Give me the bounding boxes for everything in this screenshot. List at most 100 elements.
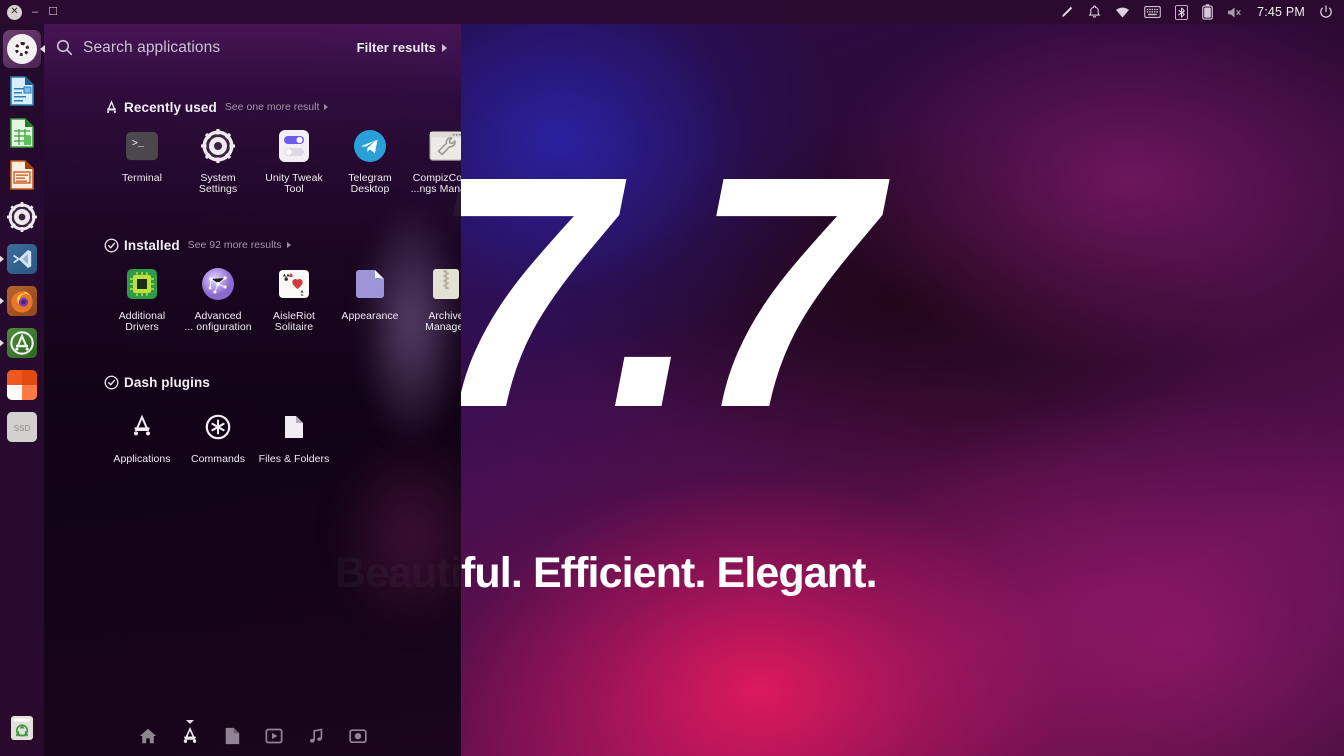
gear-icon (7, 202, 37, 232)
vscode-icon (7, 244, 37, 274)
dash-section-installed: Installed See 92 more results Additional… (44, 234, 461, 334)
search-placeholder: Search applications (83, 38, 221, 56)
check-circle-icon (103, 374, 119, 390)
applications-scope-icon (124, 409, 160, 445)
firefox-icon (7, 286, 37, 316)
system-settings-icon (200, 128, 236, 164)
dash-search-row: Search applications Filter results (44, 24, 461, 71)
launcher-item-orange-tiles-app[interactable] (3, 366, 41, 404)
app-tile-label: Telegram Desktop (348, 172, 392, 196)
battery-icon[interactable] (1202, 4, 1213, 20)
see-more-label: See 92 more results (187, 239, 282, 251)
volume-muted-icon[interactable] (1227, 6, 1243, 19)
unity-launcher: SSD (0, 24, 44, 756)
check-circle-icon (103, 237, 119, 253)
unity-tweak-icon (276, 128, 312, 164)
search-icon (56, 39, 73, 56)
app-tile-label: System Settings (198, 172, 238, 196)
launcher-item-ubuntu-dash-button[interactable] (3, 30, 41, 68)
libreoffice-impress-icon (7, 160, 37, 190)
launcher-item-trash[interactable] (3, 708, 41, 746)
terminal-icon: >_ (124, 128, 160, 164)
section-see-more[interactable]: See one more result (225, 101, 329, 113)
ubuntu-software-icon (7, 328, 37, 358)
chevron-right-icon (442, 43, 447, 52)
app-tile-system-settings[interactable]: System Settings (180, 128, 256, 196)
top-panel: ✕ – ☐ 7:45 PM (0, 0, 1344, 24)
lens-button-files[interactable] (211, 716, 253, 756)
launcher-item-ubuntu-software[interactable] (3, 324, 41, 362)
files-scope-icon (276, 409, 312, 445)
svg-text:>_: >_ (132, 138, 145, 150)
tile-grid: Applications Commands Files & Folders (44, 409, 461, 465)
launcher-item-libreoffice-writer[interactable] (3, 72, 41, 110)
libreoffice-calc-icon (7, 118, 37, 148)
launcher-item-libreoffice-calc[interactable] (3, 114, 41, 152)
aisleriot-icon (276, 266, 312, 302)
app-tile-unity-tweak-tool[interactable]: Unity Tweak Tool (256, 128, 332, 196)
launcher-item-system-settings[interactable] (3, 198, 41, 236)
section-title: Recently used (124, 99, 217, 115)
scope-tile-applications[interactable]: Applications (104, 409, 180, 465)
trash-icon (7, 712, 37, 742)
app-tile-label: Unity Tweak Tool (265, 172, 323, 196)
drive-icon: SSD (7, 412, 37, 442)
close-icon[interactable]: ✕ (7, 4, 22, 20)
lens-button-applications[interactable] (169, 716, 211, 756)
app-tile-archive-manager[interactable]: ArchiveManager (408, 266, 461, 334)
commands-scope-icon (200, 409, 236, 445)
app-tile-compizconfig[interactable]: CompizConfig...ngs Manager (408, 128, 461, 196)
filter-results-button[interactable]: Filter results (357, 40, 447, 55)
section-title: Installed (124, 237, 180, 253)
app-tile-additional-drivers[interactable]: Additional Drivers (104, 266, 180, 334)
svg-text:SSD: SSD (14, 424, 31, 433)
bluetooth-icon[interactable] (1175, 4, 1189, 20)
telegram-icon (352, 128, 388, 164)
chevron-right-icon (286, 242, 291, 248)
lens-button-home[interactable] (127, 716, 169, 756)
app-tile-telegram-desktop[interactable]: Telegram Desktop (332, 128, 408, 196)
app-tile-label: Additional Drivers (118, 310, 166, 334)
section-title: Dash plugins (124, 374, 210, 390)
app-tile-aisleriot-solitaire[interactable]: AisleRiot Solitaire (256, 266, 332, 334)
wallpaper-version-text: 7.7 (430, 107, 877, 476)
lens-button-photos[interactable] (337, 716, 379, 756)
window-controls: ✕ – ☐ (0, 4, 58, 20)
keyboard-icon[interactable] (1144, 6, 1161, 18)
unity-dash: Search applications Filter results Recen… (44, 24, 461, 756)
app-tile-label: Advanced... onfiguration (184, 310, 252, 334)
app-tile-terminal[interactable]: >_ Terminal (104, 128, 180, 196)
dash-lens-bar (44, 716, 461, 756)
chevron-right-icon (324, 104, 329, 110)
launcher-item-firefox[interactable] (3, 282, 41, 320)
applications-lens-icon (103, 99, 119, 115)
libreoffice-writer-icon (7, 76, 37, 106)
ubuntu-logo-icon (7, 34, 37, 64)
pencil-icon[interactable] (1059, 5, 1074, 20)
app-tile-appearance[interactable]: Appearance (332, 266, 408, 334)
launcher-item-ssd-drive[interactable]: SSD (3, 408, 41, 446)
launcher-item-libreoffice-impress[interactable] (3, 156, 41, 194)
clock[interactable]: 7:45 PM (1257, 5, 1305, 19)
tile-grid: Additional Drivers Advanced... onfigurati… (44, 266, 461, 334)
see-more-label: See one more result (224, 101, 320, 113)
wifi-icon[interactable] (1115, 6, 1130, 19)
tile-grid: >_ Terminal System Settings Unity Tweak To… (44, 128, 461, 196)
app-tile-label: ArchiveManager (425, 310, 461, 334)
app-tile-advanced-configuration[interactable]: Advanced... onfiguration (180, 266, 256, 334)
bell-icon[interactable] (1088, 5, 1101, 19)
scope-tile-files-folders[interactable]: Files & Folders (256, 409, 332, 465)
scope-tile-label: Applications (113, 453, 171, 465)
compizconfig-icon (428, 128, 461, 164)
launcher-item-visual-studio-code[interactable] (3, 240, 41, 278)
power-icon[interactable] (1319, 5, 1333, 19)
maximize-icon[interactable]: ☐ (48, 6, 58, 18)
lens-button-video[interactable] (253, 716, 295, 756)
app-tile-label: AisleRiot Solitaire (273, 310, 315, 334)
scope-tile-commands[interactable]: Commands (180, 409, 256, 465)
section-see-more[interactable]: See 92 more results (188, 239, 291, 251)
search-input[interactable]: Search applications (56, 39, 357, 57)
app-tile-label: CompizConfig...ngs Manager (410, 172, 461, 196)
minimize-icon[interactable]: – (32, 6, 38, 18)
lens-button-music[interactable] (295, 716, 337, 756)
